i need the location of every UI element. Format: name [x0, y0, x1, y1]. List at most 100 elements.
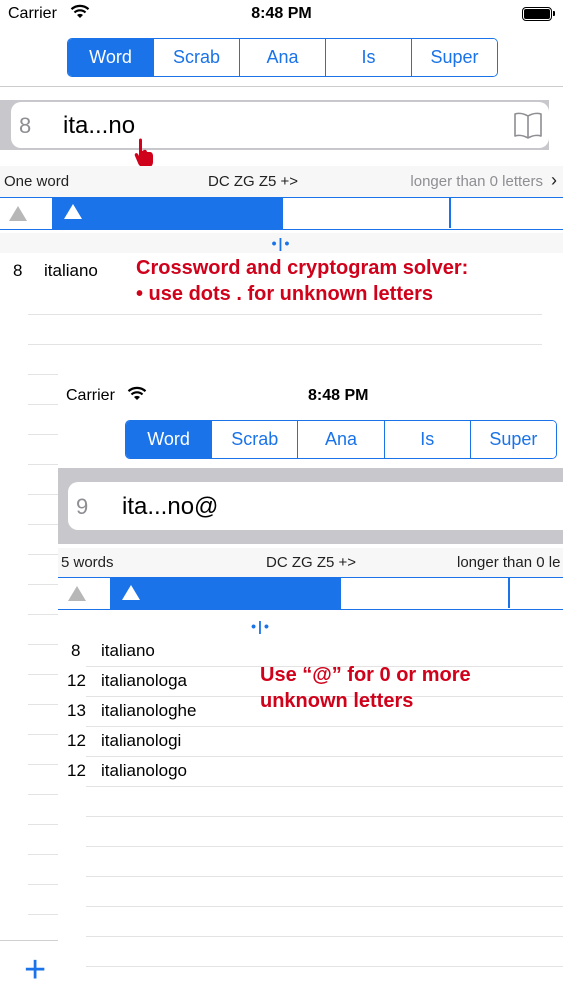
row-separator [86, 786, 563, 787]
word-length: 8 [13, 261, 23, 280]
word-text: italianologo [101, 761, 188, 780]
search-input[interactable]: ita...no [63, 112, 135, 140]
sort-range-selected[interactable] [110, 578, 341, 609]
row-separator [28, 494, 58, 495]
tab-word[interactable]: Word [68, 39, 153, 76]
page-indicator[interactable]: •|• [0, 233, 563, 253]
tab-super[interactable]: Super [411, 39, 497, 76]
annotation-wildcard: Use “@” for 0 or more unknown letters [260, 662, 471, 714]
mode-segmented-control[interactable]: Word Scrab Ana Is Super [125, 420, 557, 459]
row-separator [28, 704, 58, 705]
annotation-line-1: Use “@” for 0 or more [260, 664, 471, 686]
annotation-line-2: unknown letters [260, 690, 414, 712]
row-separator [28, 434, 58, 435]
row-separator [28, 854, 58, 855]
status-bar: Carrier 8:48 PM [0, 0, 563, 30]
battery-icon [522, 7, 555, 21]
row-separator [28, 374, 58, 375]
row-separator [28, 524, 58, 525]
row-separator [28, 314, 542, 315]
row-separator [28, 734, 58, 735]
clock: 8:48 PM [251, 5, 312, 22]
row-separator [86, 816, 563, 817]
query-length: 9 [76, 494, 89, 519]
word-length: 12 [67, 761, 86, 780]
annotation-crossword: Crossword and cryptogram solver: • use d… [136, 255, 468, 307]
tab-word[interactable]: Word [126, 421, 212, 458]
row-separator [28, 584, 58, 585]
row-separator [28, 554, 58, 555]
tab-is[interactable]: Is [383, 421, 470, 458]
list-item[interactable]: 12 italianologo [58, 758, 563, 788]
annotation-line-2: • use dots . for unknown letters [136, 283, 434, 305]
sort-bar[interactable] [58, 578, 563, 610]
row-separator [28, 674, 58, 675]
word-text: italianologi [101, 731, 182, 750]
annotation-line-1: Crossword and cryptogram solver: [136, 257, 469, 279]
word-text: italianologa [101, 671, 188, 690]
row-separator [28, 464, 58, 465]
list-item[interactable]: 12 italianologi [58, 728, 563, 758]
tab-is[interactable]: Is [325, 39, 411, 76]
sort-divider [449, 198, 451, 228]
results-info-bar: One word DC ZG Z5 +> longer than 0 lette… [0, 166, 563, 198]
tab-scrab[interactable]: Scrab [211, 421, 298, 458]
row-separator [28, 914, 58, 915]
result-count: 5 words [61, 554, 114, 571]
row-separator [28, 404, 58, 405]
inset-status-bar: Carrier 8:48 PM [58, 380, 563, 412]
word-length: 8 [71, 641, 81, 660]
row-separator [86, 936, 563, 937]
row-separator [28, 344, 542, 345]
row-separator [86, 876, 563, 877]
mode-segmented-control[interactable]: Word Scrab Ana Is Super [67, 38, 498, 77]
book-icon[interactable] [513, 111, 543, 144]
sort-up-gray-icon[interactable] [9, 206, 27, 221]
toolbar-divider [0, 940, 58, 941]
row-separator [28, 764, 58, 765]
tab-ana[interactable]: Ana [297, 421, 384, 458]
search-field[interactable]: 9 ita...no@ [68, 482, 563, 530]
sort-up-gray-icon[interactable] [68, 586, 86, 601]
query-length: 8 [19, 113, 32, 138]
sort-up-icon[interactable] [122, 585, 140, 600]
clock: 8:48 PM [308, 387, 369, 404]
length-filter[interactable]: longer than 0 letters [410, 173, 543, 190]
wifi-icon [127, 386, 147, 407]
length-filter[interactable]: longer than 0 le [457, 554, 560, 571]
word-text: italiano [101, 641, 155, 660]
row-separator [86, 756, 563, 757]
row-separator [28, 794, 58, 795]
sort-bar[interactable] [0, 198, 563, 230]
dictionary-selector[interactable]: DC ZG Z5 +> [208, 173, 298, 190]
page-indicator[interactable]: •|• [58, 616, 464, 636]
row-separator [86, 966, 563, 967]
row-separator [86, 846, 563, 847]
dictionary-selector[interactable]: DC ZG Z5 +> [266, 554, 356, 571]
word-length: 12 [67, 671, 86, 690]
divider [0, 86, 563, 87]
sort-divider [508, 578, 510, 608]
row-separator [28, 644, 58, 645]
row-separator [86, 726, 563, 727]
row-separator [86, 906, 563, 907]
chevron-right-icon[interactable]: › [551, 170, 557, 191]
results-info-bar: 5 words DC ZG Z5 +> longer than 0 le [58, 548, 563, 578]
row-separator [28, 884, 58, 885]
result-count: One word [4, 173, 70, 190]
tab-scrab[interactable]: Scrab [153, 39, 239, 76]
tab-super[interactable]: Super [469, 421, 556, 458]
search-bar: 8 ita...no [0, 100, 549, 150]
add-button[interactable]: + [24, 950, 46, 990]
sort-up-icon[interactable] [64, 204, 82, 219]
search-input[interactable]: ita...no@ [122, 493, 218, 521]
row-separator [28, 614, 58, 615]
tab-ana[interactable]: Ana [239, 39, 325, 76]
search-field[interactable]: 8 ita...no [11, 102, 549, 148]
inset-screenshot: Carrier 8:48 PM Word Scrab Ana Is Super … [58, 380, 563, 1000]
sort-range-selected[interactable] [52, 198, 283, 229]
word-length: 13 [67, 701, 86, 720]
carrier-label: Carrier [66, 387, 115, 404]
row-separator [28, 824, 58, 825]
word-text: italianologhe [101, 701, 197, 720]
